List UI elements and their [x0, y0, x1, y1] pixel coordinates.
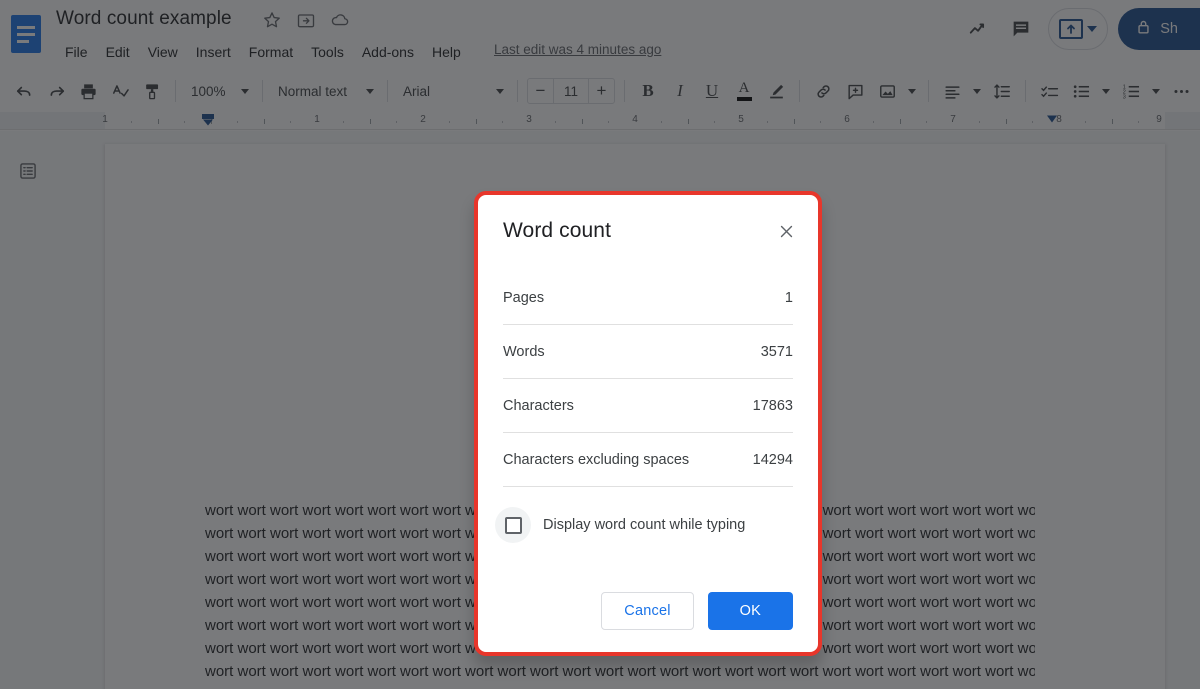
stat-row-characters: Characters 17863	[503, 379, 793, 433]
stat-value: 14294	[753, 452, 793, 468]
word-count-stats: Pages 1 Words 3571 Characters 17863 Char…	[503, 271, 793, 487]
stat-label: Words	[503, 344, 545, 360]
stat-label: Characters	[503, 398, 574, 414]
google-docs-app: Word count example File Ed	[0, 0, 1200, 689]
stat-row-words: Words 3571	[503, 325, 793, 379]
stat-value: 17863	[753, 398, 793, 414]
stat-row-pages: Pages 1	[503, 271, 793, 325]
stat-value: 1	[785, 290, 793, 306]
stat-row-characters-excluding-spaces: Characters excluding spaces 14294	[503, 433, 793, 487]
dialog-actions: Cancel OK	[601, 592, 793, 630]
display-word-count-label: Display word count while typing	[543, 517, 745, 533]
cancel-button[interactable]: Cancel	[601, 592, 693, 630]
display-word-count-checkbox-row[interactable]: Display word count while typing	[503, 507, 793, 543]
stat-label: Pages	[503, 290, 544, 306]
ok-button[interactable]: OK	[708, 592, 793, 630]
stat-value: 3571	[761, 344, 793, 360]
stat-label: Characters excluding spaces	[503, 452, 689, 468]
checkbox-ripple	[495, 507, 531, 543]
dialog-title: Word count	[503, 217, 793, 245]
word-count-dialog: Word count Pages 1 Words 3571 Characters…	[474, 191, 822, 656]
close-icon[interactable]	[772, 217, 800, 245]
display-word-count-checkbox[interactable]	[505, 517, 522, 534]
dialog-content: Word count Pages 1 Words 3571 Characters…	[478, 195, 818, 652]
